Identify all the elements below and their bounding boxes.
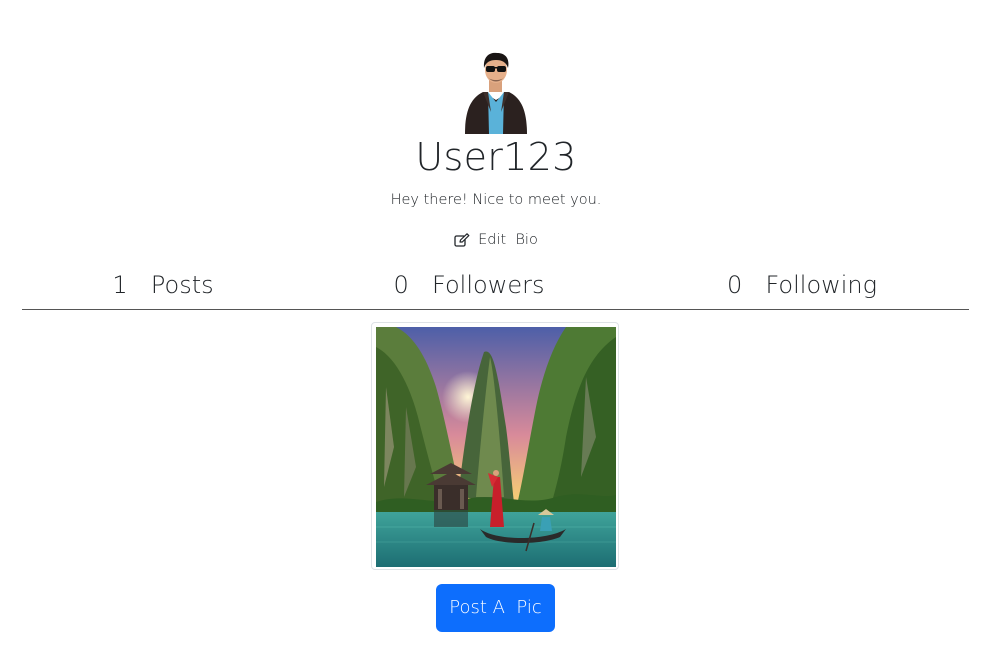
post-thumbnail[interactable] (371, 322, 619, 570)
following-count[interactable]: 0 Following (727, 268, 877, 302)
username: User123 (415, 135, 577, 179)
followers-count[interactable]: 0 Followers (394, 268, 545, 302)
edit-icon (454, 233, 470, 247)
post-a-pic-button[interactable]: Post A Pic (436, 584, 555, 632)
posts-count[interactable]: 1 Posts (112, 268, 213, 302)
bio-text: Hey there! Nice to meet you. (390, 192, 602, 208)
edit-bio-link[interactable]: Edit Bio (0, 230, 984, 250)
post-image[interactable] (376, 327, 616, 567)
profile-page: User123 Hey there! Nice to meet you. Edi… (0, 0, 984, 669)
profile-stats: 1 Posts 0 Followers 0 Following (0, 268, 984, 302)
stats-divider (22, 309, 969, 310)
edit-bio-label: Edit Bio (478, 232, 538, 248)
user-avatar-icon (465, 52, 527, 134)
